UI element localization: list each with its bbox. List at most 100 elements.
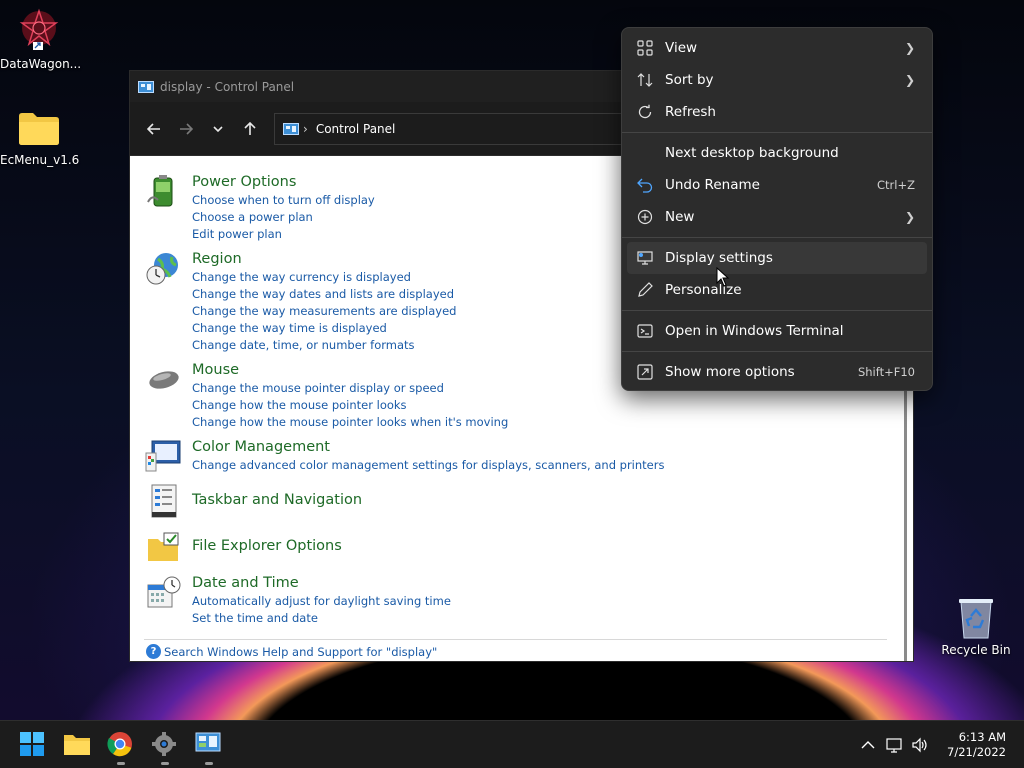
desktop-icon-recycle-bin[interactable]: Recycle Bin [940,596,1012,657]
shortcut-text: Shift+F10 [857,365,915,379]
menu-item-personalize[interactable]: Personalize [627,274,927,306]
running-indicator [205,762,213,765]
task-link[interactable]: Change the way currency is displayed [192,269,456,286]
chevron-right-icon: ❯ [904,210,915,224]
group-title[interactable]: Power Options [192,174,375,190]
breadcrumb[interactable]: Control Panel [316,122,396,136]
menu-item-undo-rename[interactable]: Undo Rename Ctrl+Z [627,169,927,201]
control-panel-icon [283,122,299,135]
refresh-icon [638,104,652,119]
up-button[interactable] [236,115,264,143]
system-tray: 6:13 AM 7/21/2022 [859,721,1024,768]
expand-icon [637,364,653,380]
plus-circle-icon [637,209,653,225]
menu-item-next-background[interactable]: Next desktop background [627,137,927,169]
arrow-up-icon [244,121,256,135]
clock-date: 7/21/2022 [947,745,1006,759]
help-footer[interactable]: ? Search Windows Help and Support for "d… [144,639,887,661]
result-group-date-time: Date and Time Automatically adjust for d… [144,575,913,627]
result-group-file-explorer-options: File Explorer Options [144,529,913,565]
chevron-right-icon: ❯ [904,41,915,55]
task-link[interactable]: Edit power plan [192,226,375,243]
menu-item-label: Display settings [665,250,773,266]
task-link[interactable]: Change the way dates and lists are displ… [192,286,456,303]
start-button[interactable] [19,731,47,759]
recycle-bin-icon [959,599,993,639]
chevron-up-icon[interactable] [859,736,877,754]
menu-item-show-more-options[interactable]: Show more options Shift+F10 [627,356,927,388]
control-panel-icon [138,80,154,93]
desktop-context-menu: View ❯ Sort by ❯ Refresh Next desktop ba… [621,27,933,391]
windows-logo-icon [20,732,44,756]
task-link[interactable]: Choose a power plan [192,209,375,226]
task-link[interactable]: Set the time and date [192,610,451,627]
menu-item-view[interactable]: View ❯ [627,32,927,64]
forward-button[interactable] [172,115,200,143]
shortcut-text: Ctrl+Z [877,178,915,192]
folder-icon [19,113,59,145]
menu-separator [622,310,932,311]
clock-time: 6:13 AM [958,730,1006,744]
taskbar-settings[interactable] [151,731,179,765]
arrow-right-icon [180,122,193,135]
display-icon [637,251,653,265]
calendar-clock-icon [147,576,181,608]
folder-options-icon [148,532,179,561]
help-link[interactable]: Search Windows Help and Support for "dis… [164,645,437,659]
menu-item-open-terminal[interactable]: Open in Windows Terminal [627,315,927,347]
running-indicator [161,762,169,765]
gear-icon [152,732,176,756]
control-panel-icon [195,732,221,752]
help-icon: ? [146,644,161,659]
task-link[interactable]: Change date, time, or number formats [192,337,456,354]
globe-clock-icon [146,253,178,285]
task-link[interactable]: Change the way time is displayed [192,320,456,337]
taskbar-settings-icon [151,484,177,518]
desktop-icon-label: Recycle Bin [941,643,1011,657]
task-link[interactable]: Choose when to turn off display [192,192,375,209]
chevron-down-icon [213,125,223,132]
group-title[interactable]: Mouse [192,362,508,378]
task-link[interactable]: Automatically adjust for daylight saving… [192,593,451,610]
task-link[interactable]: Change advanced color management setting… [192,457,664,474]
datawagon-icon [19,8,59,50]
taskbar-chrome[interactable] [107,731,135,765]
chrome-icon [107,732,132,757]
result-group-color-management: Color Management Change advanced color m… [144,439,913,475]
volume-icon[interactable] [911,736,929,754]
task-link[interactable]: Change the mouse pointer display or spee… [192,380,508,397]
menu-item-sort-by[interactable]: Sort by ❯ [627,64,927,96]
desktop[interactable]: DataWagon... EcMenu_v1.6 display - Contr… [0,0,1024,720]
menu-item-new[interactable]: New ❯ [627,201,927,233]
taskbar-file-explorer[interactable] [63,731,91,759]
taskbar-control-panel[interactable] [195,731,223,765]
vertical-scrollbar[interactable] [904,366,907,661]
group-title[interactable]: Color Management [192,439,664,455]
chevron-right-icon: ❯ [904,73,915,87]
back-button[interactable] [140,115,168,143]
taskbar: 6:13 AM 7/21/2022 [0,720,1024,768]
task-link[interactable]: Change the way measurements are displaye… [192,303,456,320]
menu-item-refresh[interactable]: Refresh [627,96,927,128]
sort-icon [637,73,653,87]
task-link[interactable]: Change how the mouse pointer looks when … [192,414,508,431]
group-title[interactable]: File Explorer Options [192,538,342,554]
menu-separator [622,237,932,238]
terminal-icon [637,324,653,338]
network-icon[interactable] [885,736,903,754]
running-indicator [117,762,125,765]
task-link[interactable]: Change how the mouse pointer looks [192,397,508,414]
group-title[interactable]: Date and Time [192,575,451,591]
desktop-icon-ecmenu[interactable]: EcMenu_v1.6 [0,110,79,167]
desktop-icon-datawagon[interactable]: DataWagon... [0,8,81,71]
pen-icon [638,282,653,297]
clock[interactable]: 6:13 AM 7/21/2022 [947,730,1006,760]
menu-item-display-settings[interactable]: Display settings [627,242,927,274]
breadcrumb-separator-icon: › [303,121,308,136]
grid-icon [637,40,653,56]
recent-locations-button[interactable] [204,115,232,143]
battery-icon [147,175,173,207]
group-title[interactable]: Region [192,251,456,267]
menu-item-label: View [665,40,698,56]
group-title[interactable]: Taskbar and Navigation [192,492,362,508]
